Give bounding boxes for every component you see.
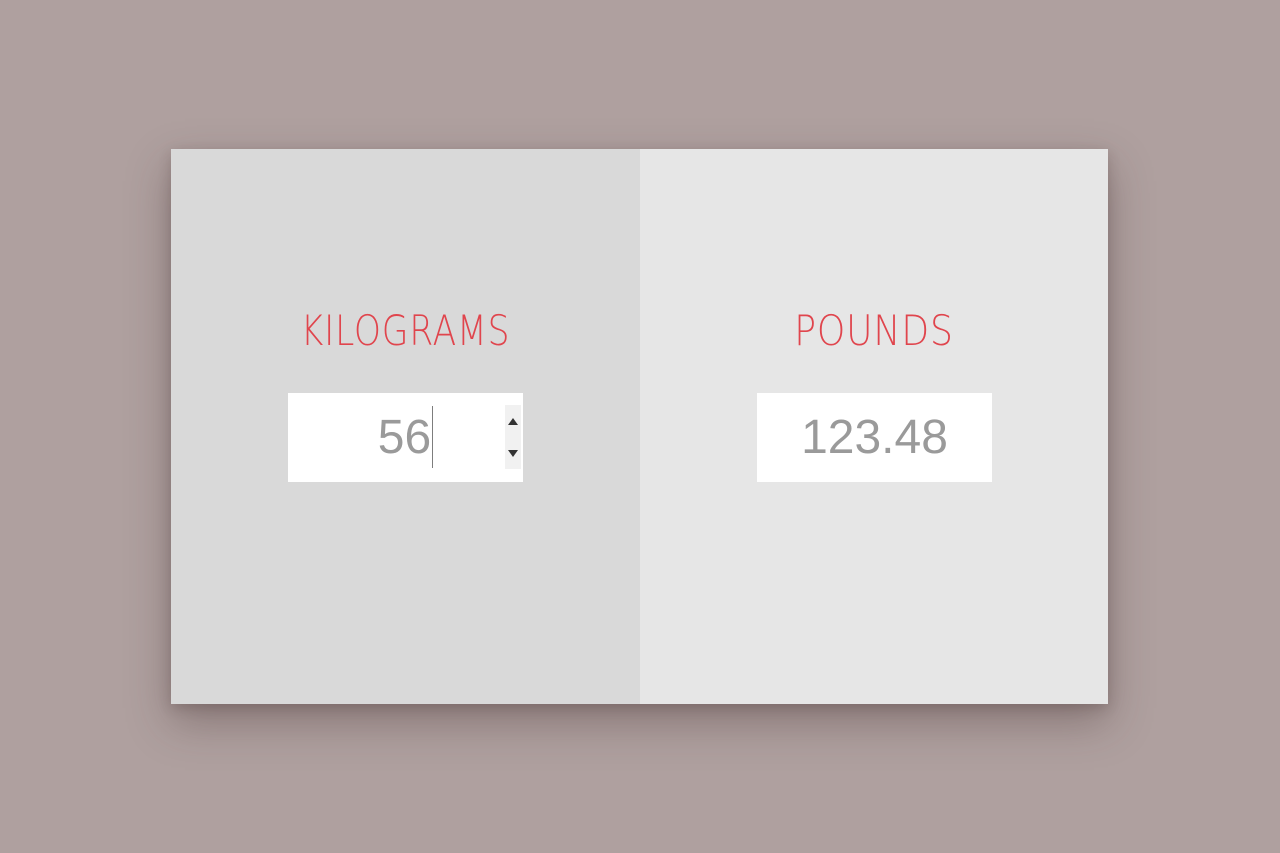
triangle-down-icon [508, 449, 518, 457]
text-caret [432, 406, 434, 469]
number-spinner[interactable] [505, 405, 521, 469]
kilograms-title: KILOGRAMS [300, 306, 511, 355]
kilograms-value: 56 [377, 411, 432, 464]
pounds-output-box: 123.48 [757, 393, 992, 482]
pounds-title: POUNDS [794, 306, 954, 355]
kilograms-panel: KILOGRAMS 56 [171, 149, 640, 704]
kilograms-input-box[interactable]: 56 [288, 393, 523, 482]
spinner-up-button[interactable] [505, 405, 521, 437]
pounds-value: 123.48 [801, 411, 948, 464]
kilograms-input[interactable]: 56 [288, 393, 523, 482]
triangle-up-icon [508, 417, 518, 425]
spinner-down-button[interactable] [505, 437, 521, 469]
pounds-panel: POUNDS 123.48 [640, 149, 1108, 704]
converter-card: KILOGRAMS 56 POUNDS 123.48 [171, 149, 1108, 704]
